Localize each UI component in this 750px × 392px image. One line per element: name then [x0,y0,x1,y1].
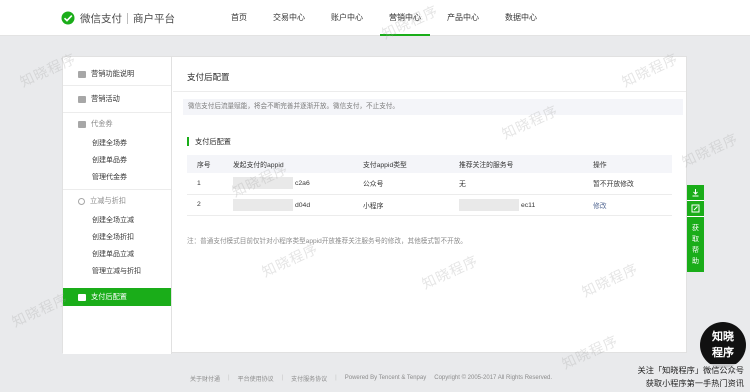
cell-appid-type: 小程序 [353,194,449,216]
sidebar-item-manage-reductions[interactable]: 管理立减与折扣 [63,263,171,280]
sidebar-group-coupon: 代金券 创建全场券 创建单品券 管理代金券 [63,113,171,190]
sidebar-item-marketing-intro[interactable]: 营销功能说明 [63,63,171,85]
sidebar-item-create-store-discount[interactable]: 创建全场折扣 [63,229,171,246]
cell-appid: d04d [223,194,353,216]
cell-service-account: 无 [449,173,583,195]
footnote: 注：普通支付模式目前仅针对小程序类型appid开放推荐关注服务号的修改，其他模式… [187,238,467,245]
sidebar: 营销功能说明 营销活动 代金券 创建全场券 创建单品券 管理代金券 立减与折扣 … [63,57,172,354]
sidebar-item-marketing-activity[interactable]: 营销活动 [63,86,171,112]
column-header-appid: 发起支付的appid [223,155,353,173]
cell-appid: c2a6 [223,173,353,195]
nav-trade-center[interactable]: 交易中心 [260,0,318,36]
footer-link-about[interactable]: 关于财付通 [190,374,220,383]
appid-suffix: d04d [295,201,311,209]
redacted-block [459,198,519,211]
brand-logo[interactable]: 微信支付 商户平台 [60,11,175,25]
cell-action: 修改 [583,194,672,216]
caption-line: 关注「知晓程序」微信公众号 [637,366,744,375]
nav-account-center[interactable]: 账户中心 [318,0,376,36]
coupon-icon [78,120,86,128]
redacted-block [233,198,293,211]
sidebar-group-activity: 营销活动 [63,86,171,113]
discount-icon [78,197,85,205]
sidebar-item-create-item-reduction[interactable]: 创建单品立减 [63,246,171,263]
sidebar-heading-label: 代金券 [91,119,113,128]
page-title: 支付后配置 [187,72,230,82]
edit-icon [691,204,700,213]
help-label: 获取帮助 [692,225,699,265]
zhixiao-badge: 知晓 程序 [700,322,746,368]
table-row: 2 d04d 小程序 ec11 修改 [187,194,672,216]
cell-appid-type: 公众号 [353,173,449,195]
footer-separator: | [228,375,230,381]
footer-powered-by: Powered By Tencent & Tenpay [344,375,427,381]
download-button[interactable] [687,185,704,201]
cell-service-account: ec11 [449,194,583,216]
feedback-button[interactable] [687,201,704,217]
column-header-action: 操作 [583,155,672,173]
settings-icon [78,293,86,301]
footer-separator: | [335,375,337,381]
footer-separator: | [281,375,284,381]
nav-home[interactable]: 首页 [218,0,260,36]
nav-product-center[interactable]: 产品中心 [434,0,492,36]
floating-tools: 获取帮助 [687,185,704,272]
cell-index: 2 [187,194,223,216]
appid-suffix: c2a6 [295,180,310,188]
section-title: 支付后配置 [187,137,231,146]
download-icon [692,189,699,197]
sidebar-item-create-item-coupon[interactable]: 创建单品券 [63,152,171,169]
gift-icon [78,95,86,103]
cell-index: 1 [187,173,223,195]
table-header-row: 序号 发起支付的appid 支付appid类型 推荐关注的服务号 操作 [187,155,672,173]
brand-name: 微信支付 [80,12,122,25]
edit-link[interactable]: 修改 [593,203,607,210]
redacted-block [233,177,293,190]
config-table: 序号 发起支付的appid 支付appid类型 推荐关注的服务号 操作 1 c2… [187,155,672,216]
service-suffix: ec11 [521,201,536,209]
wechat-pay-icon [61,11,75,25]
main-nav: 首页 交易中心 账户中心 营销中心 产品中心 数据中心 [218,0,550,36]
book-icon [78,70,86,78]
sidebar-item-label: 营销功能说明 [91,69,135,78]
sidebar-item-label: 支付后配置 [91,292,127,301]
badge-line: 程序 [712,347,734,359]
badge-line: 知晓 [712,331,734,343]
footer-copyright: Copyright © 2005-2017 All Rights Reserve… [434,375,553,381]
sidebar-item-label: 营销活动 [91,94,120,103]
top-bar: 微信支付 商户平台 首页 交易中心 账户中心 营销中心 产品中心 数据中心 [0,0,750,36]
sidebar-item-manage-coupons[interactable]: 管理代金券 [63,169,171,186]
nav-data-center[interactable]: 数据中心 [492,0,550,36]
nav-marketing-center[interactable]: 营销中心 [376,0,434,36]
sidebar-heading-coupon: 代金券 [63,113,171,135]
sidebar-item-create-store-reduction[interactable]: 创建全场立减 [63,212,171,229]
column-header-service-account: 推荐关注的服务号 [449,155,583,173]
main-content: 支付后配置 微信支付后流量赋能，将会不断完善并逐渐开放。微信支付，不止支付。 支… [173,57,686,354]
title-divider [173,91,686,92]
watermark-caption: 关注「知晓程序」微信公众号 获取小程序第一手热门资讯 [635,364,746,390]
table-row: 1 c2a6 公众号 无 暂不开放修改 [187,173,672,195]
footer-link-payment-agreement[interactable]: 支付服务协议 [291,374,327,383]
column-header-appid-type: 支付appid类型 [353,155,449,173]
brand-subtitle: 商户平台 [133,12,175,25]
sidebar-item-post-payment-config[interactable]: 支付后配置 [63,288,171,306]
content-panel: 营销功能说明 营销活动 代金券 创建全场券 创建单品券 管理代金券 立减与折扣 … [62,56,687,354]
footer-link-platform-agreement[interactable]: 平台使用协议 [238,374,274,383]
brand-divider [127,12,128,24]
watermark-text: 知晓程序 [679,130,741,170]
column-header-index: 序号 [187,155,223,173]
sidebar-heading-label: 立减与折扣 [90,196,126,205]
cell-action-disabled: 暂不开放修改 [583,173,672,195]
sidebar-item-create-store-coupon[interactable]: 创建全场券 [63,135,171,152]
sidebar-group-discount: 立减与折扣 创建全场立减 创建全场折扣 创建单品立减 管理立减与折扣 [63,190,171,280]
caption-line: 获取小程序第一手热门资讯 [645,379,744,388]
sidebar-group-intro: 营销功能说明 [63,57,171,86]
sidebar-heading-discount: 立减与折扣 [63,190,171,212]
help-button[interactable]: 获取帮助 [687,217,704,272]
notice-banner: 微信支付后流量赋能，将会不断完善并逐渐开放。微信支付，不止支付。 [183,99,683,115]
